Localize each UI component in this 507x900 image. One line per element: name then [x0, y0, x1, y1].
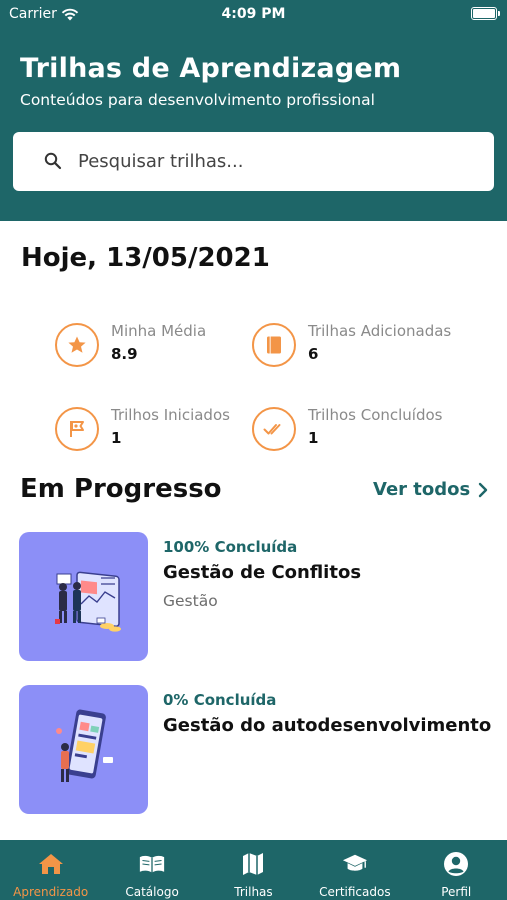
stat-value: 8.9	[111, 345, 138, 363]
tab-label: Aprendizado	[13, 885, 89, 899]
stat-value: 6	[308, 345, 319, 363]
stat-added-trails: Trilhas Adicionadas 6	[252, 321, 472, 369]
course-title: Gestão de Conflitos	[163, 562, 362, 583]
stat-label: Trilhas Adicionadas	[308, 322, 452, 340]
tab-certificados[interactable]: Certificados	[304, 840, 405, 900]
home-icon	[38, 854, 63, 874]
status-bar: Carrier 4:09 PM	[0, 0, 507, 30]
tab-perfil[interactable]: Perfil	[406, 840, 507, 900]
stat-label: Trilhos Iniciados	[111, 406, 230, 424]
course-category: Gestão	[163, 592, 218, 610]
header: Carrier 4:09 PM Trilhas de Aprendizagem …	[0, 0, 507, 221]
course-progress: 0% Concluída	[163, 691, 277, 709]
stat-label: Minha Média	[111, 322, 207, 340]
course-thumbnail	[19, 685, 148, 814]
flag-icon	[70, 421, 84, 437]
see-all-link[interactable]: Ver todos	[373, 479, 488, 500]
stat-label: Trilhos Concluídos	[308, 406, 443, 424]
tab-label: Catálogo	[125, 885, 179, 899]
book-icon	[267, 336, 281, 354]
page-subtitle: Conteúdos para desenvolvimento profissio…	[20, 91, 375, 109]
course-card[interactable]: 0% Concluída Gestão do autodesenvolvimen…	[19, 685, 492, 815]
course-thumbnail	[19, 532, 148, 661]
book-icon-badge	[252, 323, 296, 367]
chevron-right-icon	[479, 482, 488, 497]
course-card[interactable]: 100% Concluída Gestão de Conflitos Gestã…	[19, 532, 489, 662]
tab-aprendizado[interactable]: Aprendizado	[0, 840, 101, 900]
stat-value: 1	[111, 429, 122, 447]
section-title-in-progress: Em Progresso	[20, 474, 222, 504]
graduation-cap-icon	[342, 854, 367, 871]
tab-bar: Aprendizado Catálogo Trilhas Certificado…	[0, 840, 507, 900]
map-icon	[243, 853, 264, 875]
stat-started-trails: Trilhos Iniciados 1	[55, 405, 275, 453]
see-all-label: Ver todos	[373, 479, 471, 500]
double-check-icon	[263, 424, 281, 435]
tab-label: Perfil	[441, 885, 472, 899]
stat-value: 1	[308, 429, 319, 447]
star-icon	[68, 336, 86, 353]
flag-icon-badge	[55, 407, 99, 451]
date-heading: Hoje, 13/05/2021	[21, 243, 270, 273]
stat-average: Minha Média 8.9	[55, 321, 275, 369]
double-check-icon-badge	[252, 407, 296, 451]
user-icon	[444, 852, 469, 876]
open-book-icon	[139, 855, 165, 873]
search-input[interactable]	[78, 145, 478, 177]
course-progress: 100% Concluída	[163, 538, 298, 556]
status-time: 4:09 PM	[221, 6, 286, 22]
search-bar[interactable]	[13, 132, 494, 191]
search-icon	[44, 152, 62, 170]
presentation-illustration	[55, 571, 121, 632]
tab-label: Certificados	[319, 885, 391, 899]
tab-trilhas[interactable]: Trilhas	[203, 840, 304, 900]
battery-icon	[471, 7, 500, 20]
tab-label: Trilhas	[234, 885, 273, 899]
course-title: Gestão do autodesenvolvimento	[163, 715, 492, 736]
mobile-app-illustration	[56, 709, 113, 782]
stat-completed-trails: Trilhos Concluídos 1	[252, 405, 472, 453]
star-icon-badge	[55, 323, 99, 367]
tab-catalogo[interactable]: Catálogo	[101, 840, 202, 900]
page-title: Trilhas de Aprendizagem	[20, 53, 402, 84]
